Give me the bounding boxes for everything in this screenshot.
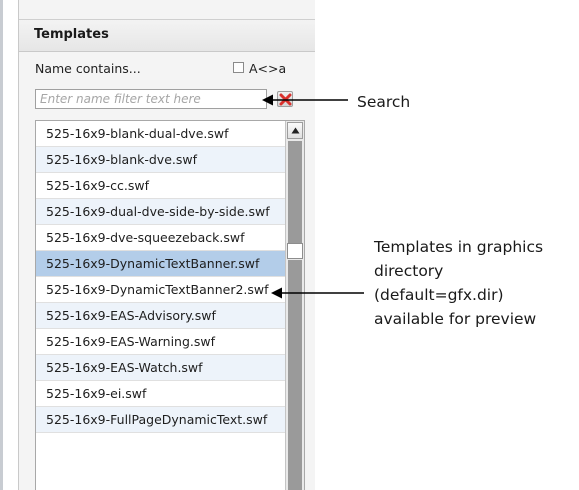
template-list-item[interactable]: 525-16x9-DynamicTextBanner.swf [36,251,285,277]
search-annotation: Search [357,93,411,111]
template-list-item[interactable]: 525-16x9-blank-dve.swf [36,147,285,173]
template-list-item[interactable]: 525-16x9-DynamicTextBanner2.swf [36,277,285,303]
templates-annotation-line: (default=gfx.dir) [374,286,504,304]
template-list-item[interactable]: 525-16x9-FullPageDynamicText.swf [36,407,285,433]
template-list-item[interactable]: 525-16x9-ei.swf [36,381,285,407]
templates-annotation: Templates in graphics directory (default=g… [374,235,543,331]
search-callout-arrow [262,94,348,106]
scroll-up-button[interactable] [287,122,303,139]
template-list-item[interactable]: 525-16x9-dve-squeezeback.swf [36,225,285,251]
templates-panel: Templates Name contains... A<>a 525-16x9… [18,0,315,490]
template-list-item[interactable]: 525-16x9-EAS-Advisory.swf [36,303,285,329]
template-list-item[interactable]: 525-16x9-dual-dve-side-by-side.swf [36,199,285,225]
panel-title: Templates [34,27,109,42]
templates-annotation-line: directory [374,262,444,280]
template-list-item[interactable]: 525-16x9-EAS-Watch.swf [36,355,285,381]
template-list-item[interactable]: 525-16x9-blank-dual-dve.swf [36,121,285,147]
scroll-track-upper[interactable] [288,141,302,243]
template-list-item[interactable]: 525-16x9-EAS-Warning.swf [36,329,285,355]
window-edge [0,0,3,490]
templates-list[interactable]: 525-16x9-blank-dual-dve.swf 525-16x9-blan… [35,120,305,490]
scroll-thumb[interactable] [287,243,303,259]
name-contains-label: Name contains... [35,61,141,76]
templates-annotation-line: available for preview [374,310,537,328]
template-list-item[interactable]: 525-16x9-cc.swf [36,173,285,199]
screenshot-stage: Templates Name contains... A<>a 525-16x9… [0,0,579,490]
case-sensitive-checkbox[interactable] [233,62,244,73]
panel-header: Templates [19,19,315,52]
name-filter-input[interactable] [35,89,267,109]
templates-annotation-line: Templates in graphics [374,238,544,256]
case-sensitive-label: A<>a [249,61,287,76]
templates-callout-arrow [271,287,364,299]
chevron-up-icon [291,127,300,134]
list-scrollbar[interactable] [285,121,304,490]
